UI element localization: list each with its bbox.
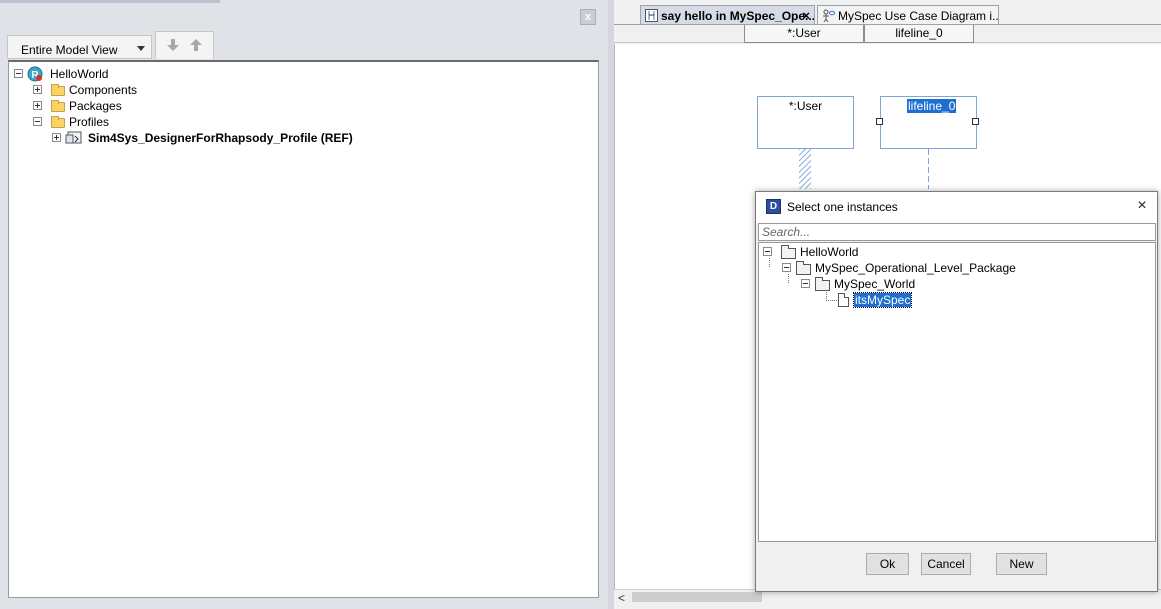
- lifeline-header-user[interactable]: *:User: [744, 25, 864, 43]
- tab-sequence-diagram[interactable]: say hello in MySpec_Ope... ×: [640, 5, 815, 25]
- tree-connector: [826, 300, 838, 301]
- tree-item-myspec-world[interactable]: MySpec_World: [801, 276, 1001, 292]
- browser-nav-toolbar: [155, 31, 214, 59]
- tree-item-components[interactable]: Components: [33, 82, 233, 98]
- tree-item-label: Components: [69, 83, 138, 97]
- dialog-app-icon: D: [766, 199, 781, 214]
- tab-label: say hello in MySpec_Ope...: [661, 9, 815, 23]
- browser-close-button[interactable]: x: [580, 9, 596, 25]
- collapse-icon[interactable]: [782, 263, 791, 272]
- lifeline-user[interactable]: *:User: [757, 96, 854, 149]
- lifeline-user-activation: [799, 149, 811, 189]
- arrow-down-icon[interactable]: [166, 38, 180, 52]
- tree-item-profiles[interactable]: Profiles: [33, 114, 233, 130]
- lifeline-0-dashed-line: [928, 149, 929, 189]
- chevron-down-icon: [137, 46, 145, 51]
- search-input[interactable]: [758, 223, 1156, 241]
- collapse-icon[interactable]: [801, 279, 810, 288]
- collapse-icon[interactable]: [763, 247, 772, 256]
- ok-button[interactable]: Ok: [866, 553, 909, 575]
- tab-label: MySpec Use Case Diagram i...: [838, 9, 999, 23]
- tree-item-itsmyspec[interactable]: itsMySpec: [838, 292, 1038, 308]
- tree-item-label-selected: itsMySpec: [852, 292, 913, 308]
- tree-item-label: Packages: [69, 99, 122, 113]
- browser-bottom-strip: [0, 600, 608, 609]
- arrow-up-icon[interactable]: [189, 38, 203, 52]
- rhapsody-project-icon: R: [27, 66, 43, 82]
- collapse-icon[interactable]: [33, 117, 42, 126]
- model-browser-pane: x Entire Model View R HelloWorld Compone…: [0, 0, 608, 609]
- scrollbar-thumb[interactable]: [632, 592, 762, 602]
- cancel-button[interactable]: Cancel: [921, 553, 971, 575]
- use-case-diagram-icon: [823, 9, 835, 22]
- tree-item-label: Profiles: [69, 115, 110, 129]
- tree-item-label: HelloWorld: [50, 67, 109, 81]
- package-icon: [781, 245, 796, 259]
- sequence-diagram-icon: [645, 9, 658, 22]
- instance-tree: HelloWorld MySpec_Operational_Level_Pack…: [758, 242, 1156, 542]
- close-icon[interactable]: ×: [1133, 197, 1151, 215]
- view-selector-value: Entire Model View: [21, 43, 118, 57]
- browser-title-strip: [0, 0, 220, 3]
- tree-item-operational-package[interactable]: MySpec_Operational_Level_Package: [782, 260, 1082, 276]
- tree-item-helloworld[interactable]: HelloWorld: [763, 244, 963, 260]
- instance-document-icon: [838, 293, 849, 307]
- lifeline-name-selected[interactable]: lifeline_0: [907, 99, 957, 113]
- lifeline-name: *:User: [788, 99, 823, 113]
- package-icon: [796, 261, 811, 275]
- resize-handle-left[interactable]: [876, 118, 883, 125]
- tree-item-helloworld[interactable]: R HelloWorld: [14, 66, 214, 82]
- expand-icon[interactable]: [52, 133, 61, 142]
- close-icon[interactable]: ×: [802, 8, 810, 23]
- tree-item-packages[interactable]: Packages: [33, 98, 233, 114]
- lifeline-header-lifeline0[interactable]: lifeline_0: [864, 25, 974, 43]
- lifeline-0[interactable]: lifeline_0: [876, 96, 979, 149]
- folder-icon: [51, 100, 65, 112]
- package-icon: [815, 277, 830, 291]
- folder-icon: [51, 84, 65, 96]
- editor-tab-strip: say hello in MySpec_Ope... × MySpec Use …: [614, 0, 1161, 25]
- view-selector-dropdown[interactable]: Entire Model View: [7, 35, 152, 59]
- new-button[interactable]: New: [996, 553, 1047, 575]
- model-tree: R HelloWorld Components Packages Profile…: [8, 60, 599, 598]
- profile-ref-icon: [65, 131, 82, 144]
- select-instance-dialog: D Select one instances × HelloWorld MySp…: [755, 191, 1158, 592]
- folder-open-icon: [51, 116, 65, 128]
- dialog-titlebar[interactable]: D Select one instances ×: [756, 192, 1157, 224]
- tree-item-label: MySpec_World: [834, 277, 916, 291]
- collapse-icon[interactable]: [14, 69, 23, 78]
- lifeline-header-bar: *:User lifeline_0: [614, 25, 1161, 43]
- expand-icon[interactable]: [33, 85, 42, 94]
- tab-use-case-diagram[interactable]: MySpec Use Case Diagram i...: [817, 5, 999, 25]
- tree-item-profile-ref[interactable]: Sim4Sys_DesignerForRhapsody_Profile (REF…: [52, 130, 372, 146]
- dialog-title: Select one instances: [787, 200, 898, 214]
- editor-bottom-strip: [614, 603, 1161, 609]
- tree-item-label: Sim4Sys_DesignerForRhapsody_Profile (REF…: [88, 131, 353, 145]
- tree-item-label: HelloWorld: [800, 245, 859, 259]
- expand-icon[interactable]: [33, 101, 42, 110]
- tree-item-label: MySpec_Operational_Level_Package: [815, 261, 1016, 275]
- resize-handle-right[interactable]: [972, 118, 979, 125]
